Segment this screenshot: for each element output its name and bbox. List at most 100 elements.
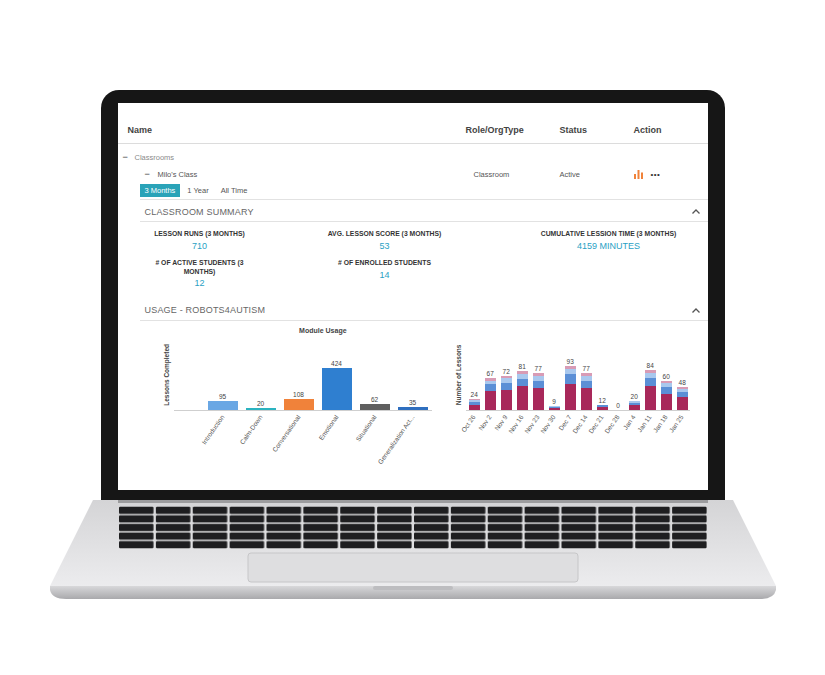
bar-segment[interactable]: [597, 407, 608, 410]
page: Name Role/OrgType Status Action − Classr…: [0, 0, 825, 600]
bar-segment[interactable]: [549, 408, 560, 410]
collapse-toggle[interactable]: −: [145, 169, 153, 180]
period-tab[interactable]: 3 Months: [140, 184, 181, 197]
axis-tick: Jan 25: [674, 411, 690, 437]
axis-tick: Emotional: [318, 411, 356, 477]
bar-value: 24: [471, 390, 478, 399]
tick-label: Jan 4: [622, 414, 638, 432]
group-row[interactable]: − Classrooms: [118, 144, 708, 166]
bar-column: 20: [626, 392, 642, 411]
bar-column: 95: [204, 392, 242, 411]
tick-label: Dec 28: [603, 414, 621, 435]
section-header[interactable]: CLASSROOM SUMMARY: [140, 200, 708, 223]
bar-value: 20: [257, 399, 264, 408]
bar-segment[interactable]: [581, 381, 592, 389]
chart-bar[interactable]: [246, 408, 276, 410]
bar-segment[interactable]: [629, 405, 640, 410]
tick-label: Jan 25: [668, 414, 686, 434]
classroom-details: 3 Months1 YearAll Time CLASSROOM SUMMARY…: [118, 184, 708, 478]
tick-label: Situational: [354, 414, 378, 443]
bar-segment[interactable]: [517, 379, 528, 387]
period-tab[interactable]: All Time: [216, 184, 253, 197]
bar-segment[interactable]: [533, 388, 544, 410]
tick-label: Jan 18: [652, 414, 670, 434]
laptop-keyboard-base: [48, 500, 778, 600]
bar-segment[interactable]: [661, 387, 672, 394]
bar-value: 62: [371, 395, 378, 404]
bar-segment[interactable]: [469, 405, 480, 411]
bar-column: 35: [394, 398, 432, 411]
stat-value: 710: [140, 241, 260, 252]
bar-column: 108: [280, 390, 318, 410]
chevron-up-icon[interactable]: [692, 209, 700, 214]
classroom-name: Milo's Class: [158, 170, 198, 179]
bar-segment[interactable]: [485, 384, 496, 391]
tick-label: Dec 7: [557, 414, 573, 432]
laptop: Name Role/OrgType Status Action − Classr…: [101, 90, 725, 500]
group-body: − Milo's Class Classroom Active •••: [118, 166, 708, 478]
bar-segment[interactable]: [645, 378, 656, 387]
summary-stat: # OF ENROLLED STUDENTS14: [260, 259, 510, 288]
bar-segment[interactable]: [501, 390, 512, 410]
stat-value: 12: [140, 278, 260, 289]
tick-label: Nov 23: [523, 414, 541, 435]
collapse-toggle[interactable]: −: [123, 152, 131, 163]
bar-segment[interactable]: [645, 386, 656, 410]
section-header[interactable]: USAGE - ROBOTS4AUTISM: [140, 298, 708, 321]
classroom-row[interactable]: − Milo's Class Classroom Active •••: [118, 166, 708, 184]
summary-stat: # OF ACTIVE STUDENTS (3 MONTHS)12: [140, 259, 260, 288]
bar-column: 77: [530, 364, 546, 410]
bar-column: 62: [356, 395, 394, 410]
summary-stat: CUMULATIVE LESSION TIME (3 MONTHS)4159 M…: [510, 230, 708, 251]
bar-segment[interactable]: [533, 381, 544, 389]
bar-value: 81: [519, 362, 526, 371]
more-button[interactable]: •••: [651, 170, 661, 180]
tick-label: Introduction: [200, 414, 226, 446]
axis-label: Lessons Completed: [163, 344, 171, 406]
usage-charts: Module Usage Lessons Completed 952010842…: [140, 321, 708, 477]
bar-column: 9: [546, 397, 562, 410]
x-axis-labels: IntroductionCalm-DownConversationalEmoti…: [160, 411, 443, 477]
bar-value: 0: [616, 401, 620, 410]
column-header[interactable]: Name: [128, 125, 466, 136]
bar-column: 20: [242, 399, 280, 410]
bar-segment[interactable]: [581, 388, 592, 410]
bar-column: 93: [562, 357, 578, 411]
axis-tick: Introduction: [204, 411, 242, 477]
chart-bar[interactable]: [322, 368, 352, 410]
bar-chart-icon[interactable]: [634, 170, 643, 179]
chart-bar[interactable]: [398, 407, 428, 411]
stat-value: 14: [260, 270, 510, 281]
tick-label: Nov 30: [539, 414, 557, 435]
table-header: Name Role/OrgType Status Action: [118, 103, 708, 144]
tick-label: Nov 9: [493, 414, 509, 432]
bar-value: 12: [599, 396, 606, 405]
bar-segment[interactable]: [485, 391, 496, 410]
column-header[interactable]: Role/OrgType: [466, 125, 560, 136]
tick-label: Emotional: [317, 414, 340, 442]
chevron-up-icon[interactable]: [692, 308, 700, 313]
bar-value: 35: [409, 398, 416, 407]
axis-tick: Conversational: [280, 411, 318, 477]
period-tab[interactable]: 1 Year: [182, 184, 213, 197]
bar-segment[interactable]: [565, 374, 576, 384]
stat-value: 4159 MINUTES: [510, 241, 708, 252]
bar-segment[interactable]: [661, 394, 672, 410]
bar-value: 48: [679, 378, 686, 387]
section-title: USAGE - ROBOTS4AUTISM: [145, 305, 266, 316]
summary-stat: AVG. LESSON SCORE (3 MONTHS)53: [260, 230, 510, 251]
chart-bar[interactable]: [360, 404, 390, 410]
bar-segment[interactable]: [565, 384, 576, 410]
column-header[interactable]: Status: [560, 125, 634, 136]
column-header[interactable]: Action: [634, 125, 708, 136]
bar-value: 77: [535, 364, 542, 373]
bar-segment[interactable]: [501, 383, 512, 390]
chart-bar[interactable]: [208, 401, 238, 411]
chart-bar[interactable]: [284, 399, 314, 410]
bar-segment[interactable]: [677, 397, 688, 410]
bar-segment[interactable]: [517, 386, 528, 410]
tick-label: Dec 14: [571, 414, 589, 435]
tick-label: Calm-Down: [238, 414, 264, 446]
summary-stats: LESSON RUNS (3 MONTHS)710AVG. LESSON SCO…: [140, 222, 708, 298]
stat-value: 53: [260, 241, 510, 252]
